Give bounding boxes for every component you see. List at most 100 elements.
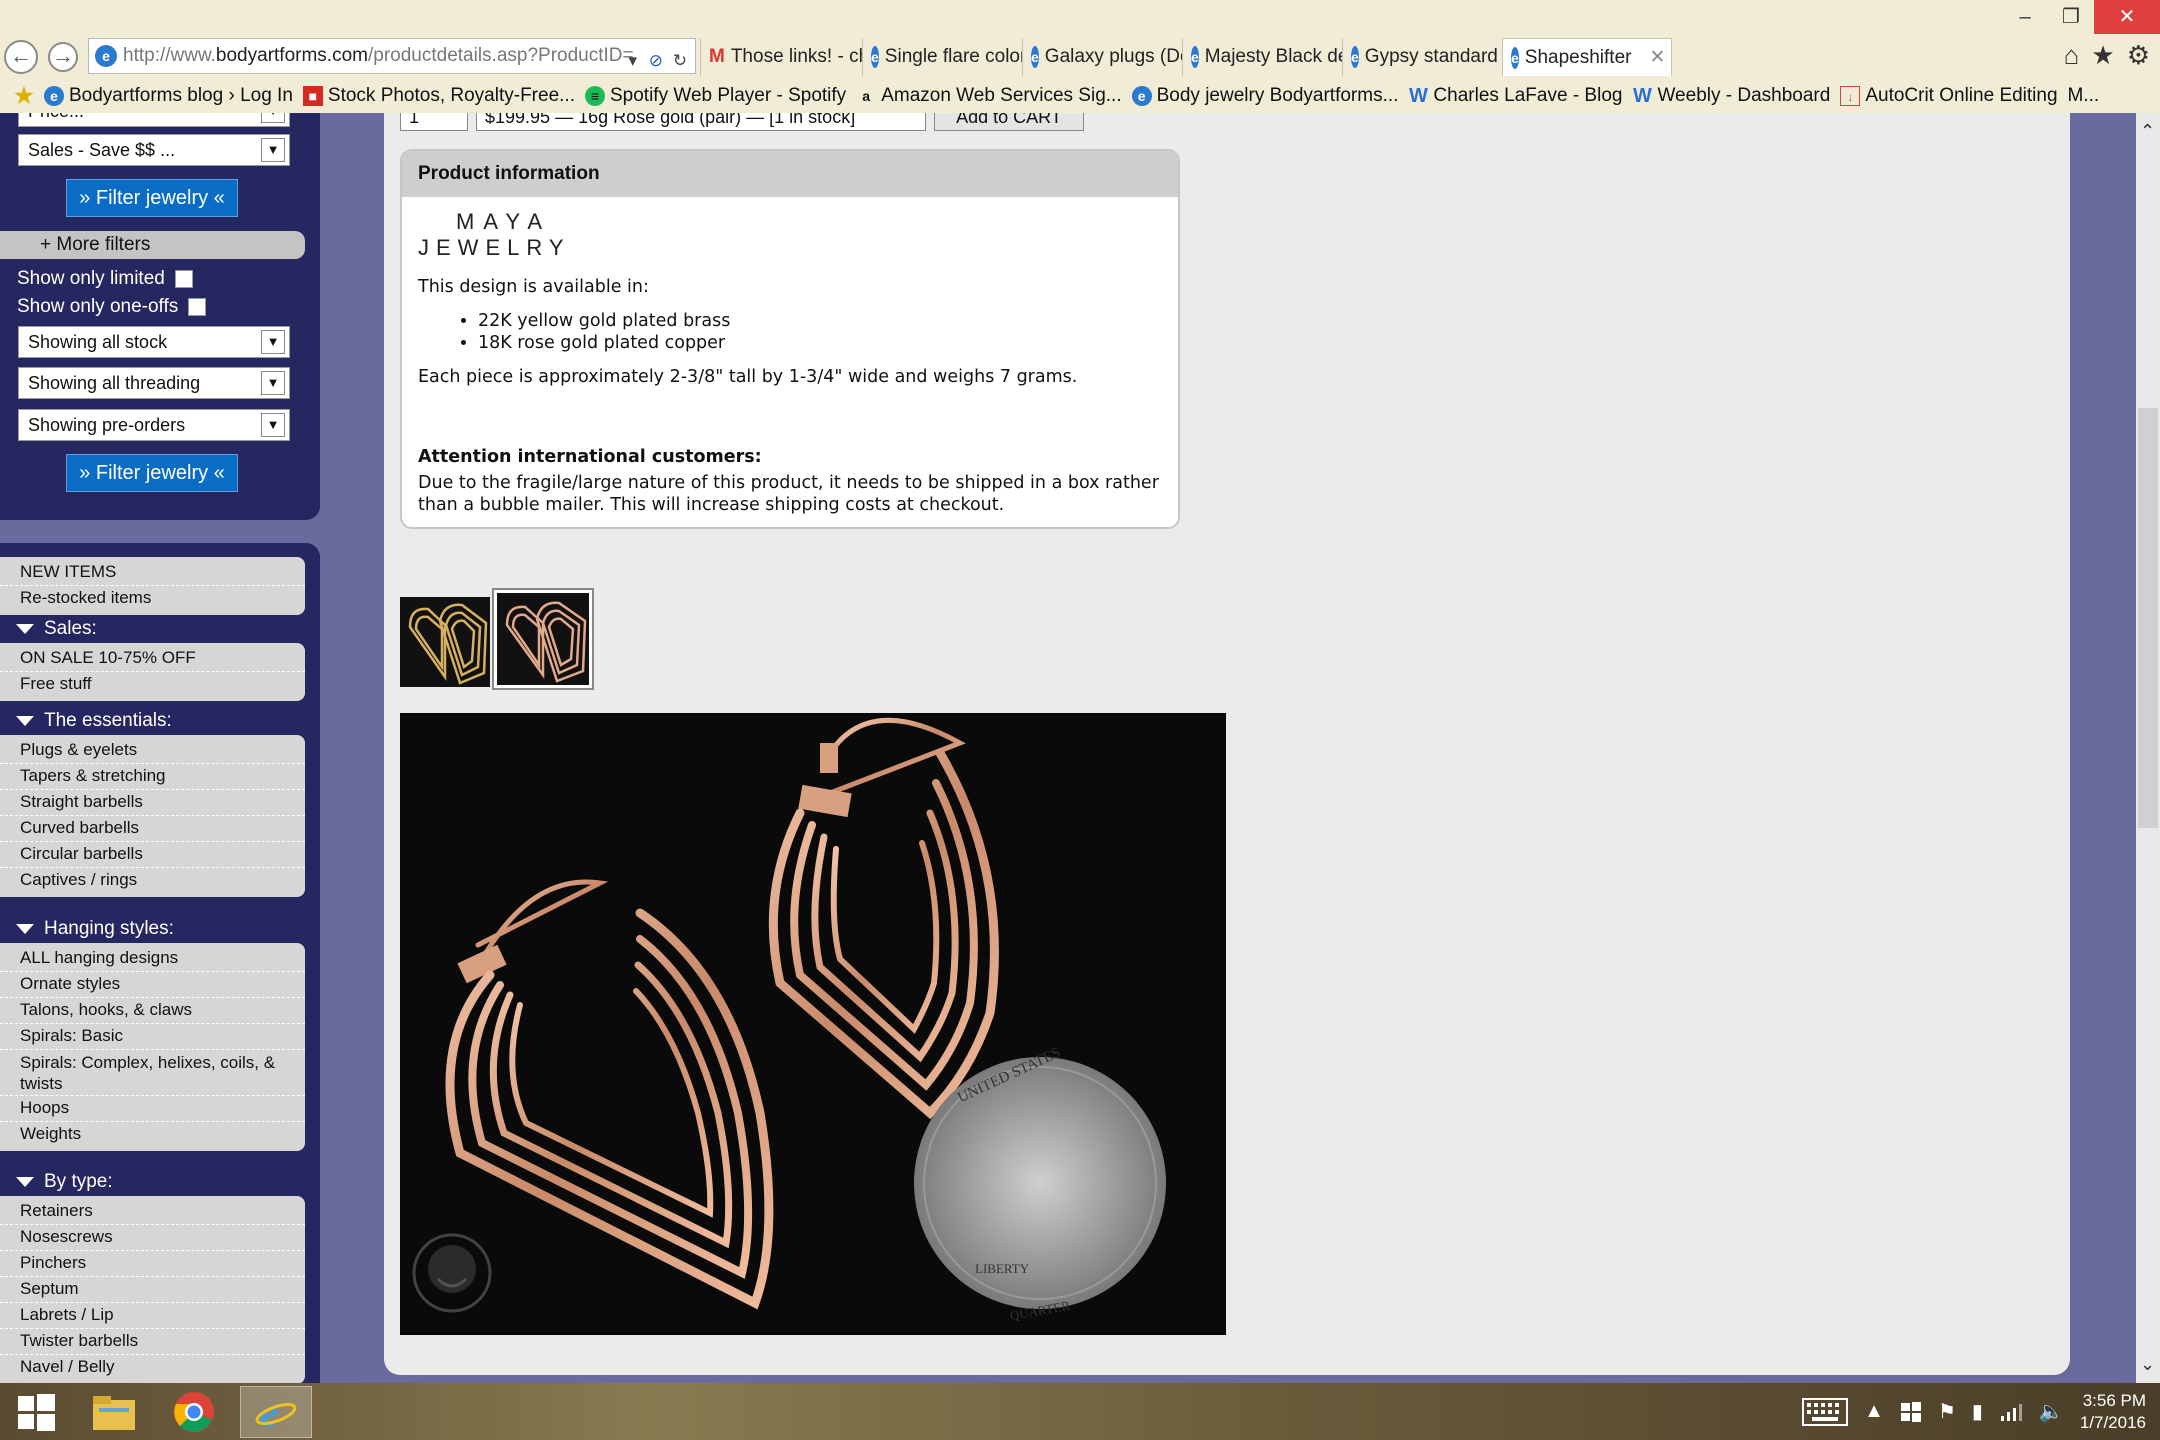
nav-on-sale[interactable]: ON SALE 10-75% OFF	[0, 646, 305, 672]
internet-explorer-button[interactable]: e	[240, 1386, 312, 1438]
favorites-star-icon[interactable]: ★	[2091, 40, 2114, 71]
show-limited-checkbox[interactable]	[174, 270, 193, 288]
fav-charles-blog[interactable]: W Charles LaFave - Blog	[1408, 85, 1623, 107]
clock-time: 3:56 PM	[2082, 1390, 2146, 1410]
filter-jewelry-button-2[interactable]: » Filter jewelry «	[66, 454, 238, 492]
nav-twister[interactable]: Twister barbells	[0, 1329, 305, 1355]
section-by-type[interactable]: By type:	[16, 1171, 113, 1193]
file-explorer-button[interactable]	[78, 1386, 150, 1438]
nav-retainers[interactable]: Retainers	[0, 1199, 305, 1225]
restore-button[interactable]: ❐	[2048, 0, 2094, 34]
nav-free-stuff[interactable]: Free stuff	[0, 672, 305, 698]
tab-majesty-black[interactable]: eMajesty Black design	[1182, 38, 1342, 76]
forward-button[interactable]: →	[48, 42, 78, 72]
fav-body-jewelry[interactable]: e Body jewelry Bodyartforms...	[1131, 85, 1398, 107]
section-sales[interactable]: Sales:	[16, 618, 97, 640]
home-icon[interactable]: ⌂	[2064, 40, 2080, 71]
network-signal-icon[interactable]	[1999, 1402, 2023, 1422]
page-scrollbar[interactable]: ⌃ ⌄	[2136, 113, 2160, 1383]
price-select[interactable]: Price...▼	[18, 113, 290, 127]
nav-talons[interactable]: Talons, hooks, & claws	[0, 998, 305, 1024]
nav-spirals-complex[interactable]: Spirals: Complex, helixes, coils, & twis…	[0, 1050, 305, 1096]
fav-autocrit[interactable]: ↓ AutoCrit Online Editing	[1840, 85, 2058, 107]
scroll-down-icon[interactable]: ⌄	[2140, 1354, 2155, 1375]
option-select[interactable]: $199.95 — 16g Rose gold (pair) — [1 in s…	[476, 113, 926, 131]
quantity-field[interactable]: 1	[400, 113, 468, 131]
nav-restocked[interactable]: Re-stocked items	[0, 586, 305, 612]
threading-select[interactable]: Showing all threading ▼	[18, 367, 290, 399]
stop-icon[interactable]: ⊘	[649, 44, 663, 73]
add-to-cart-button[interactable]: Add to CART	[934, 113, 1084, 131]
chevron-down-icon: ▼	[261, 113, 285, 123]
tab-gmail[interactable]: MThose links! - charles.l...	[700, 38, 862, 76]
tab-galaxy-plugs[interactable]: eGalaxy plugs (Double ...	[1022, 38, 1182, 76]
add-favorite-star-icon[interactable]: ★	[14, 85, 34, 107]
filter-jewelry-button[interactable]: » Filter jewelry «	[66, 179, 238, 217]
show-hidden-icons-icon[interactable]: ▲	[1864, 1400, 1884, 1423]
dropdown-icon[interactable]: ▾	[628, 44, 637, 73]
minimize-button[interactable]: –	[2002, 0, 2048, 34]
action-center-flag-icon[interactable]: ⚑	[1938, 1399, 1956, 1424]
back-button[interactable]: ←	[4, 40, 38, 74]
nav-hoops[interactable]: Hoops	[0, 1096, 305, 1122]
close-tab-icon[interactable]: ✕	[1637, 39, 1665, 76]
show-oneoffs-checkbox[interactable]	[188, 298, 207, 316]
show-limited-row: Show only limited	[17, 268, 193, 290]
fav-amazon[interactable]: a Amazon Web Services Sig...	[856, 85, 1121, 107]
fav-spotify[interactable]: ≡ Spotify Web Player - Spotify	[584, 85, 846, 107]
refresh-icon[interactable]: ↻	[673, 44, 687, 73]
nav-pinchers[interactable]: Pinchers	[0, 1251, 305, 1277]
preorder-select[interactable]: Showing pre-orders ▼	[18, 409, 290, 441]
thumbnail-yellow-gold[interactable]	[400, 597, 490, 687]
sales-select[interactable]: Sales - Save $$ ... ▼	[18, 134, 290, 166]
maya-jewelry-logo: MAYA JEWELRY	[418, 209, 564, 260]
section-essentials[interactable]: The essentials:	[16, 710, 172, 732]
nav-circular-barbells[interactable]: Circular barbells	[0, 842, 305, 868]
nav-nosescrews[interactable]: Nosescrews	[0, 1225, 305, 1251]
nav-tapers[interactable]: Tapers & stretching	[0, 764, 305, 790]
nav-spirals-basic[interactable]: Spirals: Basic	[0, 1024, 305, 1050]
tab-single-flare[interactable]: eSingle flare colorfront...	[862, 38, 1022, 76]
nav-new-items[interactable]: NEW ITEMS	[0, 560, 305, 586]
nav-ornate[interactable]: Ornate styles	[0, 972, 305, 998]
fav-weebly-dashboard[interactable]: W Weebly - Dashboard	[1632, 85, 1830, 107]
windows-flag-icon[interactable]	[1900, 1401, 1922, 1423]
more-filters-toggle[interactable]: + More filters	[0, 231, 305, 259]
stock-select[interactable]: Showing all stock ▼	[18, 326, 290, 358]
nav-plugs[interactable]: Plugs & eyelets	[0, 738, 305, 764]
nav-all-hanging[interactable]: ALL hanging designs	[0, 946, 305, 972]
add-to-cart-form: 1 $199.95 — 16g Rose gold (pair) — [1 in…	[400, 113, 1084, 131]
tab-shapeshifter[interactable]: e Shapeshifter ✕	[1502, 38, 1672, 76]
show-oneoffs-row: Show only one-offs	[17, 296, 207, 318]
nav-curved-barbells[interactable]: Curved barbells	[0, 816, 305, 842]
fav-bodyartforms-blog[interactable]: e Bodyartforms blog › Log In	[44, 85, 293, 107]
nav-straight-barbells[interactable]: Straight barbells	[0, 790, 305, 816]
internet-explorer-icon: e	[255, 1390, 297, 1434]
fav-stock-photos[interactable]: ■ Stock Photos, Royalty-Free...	[302, 85, 575, 107]
fav-more[interactable]: M...	[2068, 85, 2100, 107]
keyboard-icon[interactable]	[1802, 1397, 1849, 1426]
start-button[interactable]	[0, 1386, 72, 1438]
browser-tools: ⌂ ★ ⚙	[2064, 40, 2150, 71]
nav-labrets[interactable]: Labrets / Lip	[0, 1303, 305, 1329]
chrome-button[interactable]	[158, 1386, 230, 1438]
collapse-triangle-icon	[16, 624, 34, 634]
nav-navel[interactable]: Navel / Belly	[0, 1355, 305, 1381]
battery-icon[interactable]: ▮	[1972, 1399, 1983, 1424]
gear-icon[interactable]: ⚙	[2127, 40, 2150, 71]
tab-gypsy-standard[interactable]: e Gypsy standard	[1342, 38, 1502, 76]
product-info-body: MAYA JEWELRY This design is available in…	[402, 197, 1178, 527]
nav-weights[interactable]: Weights	[0, 1122, 305, 1148]
close-window-button[interactable]: ✕	[2094, 0, 2160, 34]
thumbnail-rose-gold[interactable]	[492, 588, 594, 690]
available-intro: This design is available in:	[418, 277, 649, 297]
clock[interactable]: 3:56 PM 1/7/2016	[2080, 1390, 2146, 1434]
address-bar[interactable]: e http://www.bodyartforms.com/productdet…	[88, 38, 696, 74]
scroll-up-icon[interactable]: ⌃	[2140, 121, 2155, 142]
nav-captives[interactable]: Captives / rings	[0, 868, 305, 894]
volume-icon[interactable]: 🔈	[2039, 1399, 2064, 1424]
section-hanging[interactable]: Hanging styles:	[16, 918, 174, 940]
nav-septum[interactable]: Septum	[0, 1277, 305, 1303]
ie-icon: e	[1191, 46, 1199, 68]
scrollbar-thumb[interactable]	[2138, 408, 2158, 828]
